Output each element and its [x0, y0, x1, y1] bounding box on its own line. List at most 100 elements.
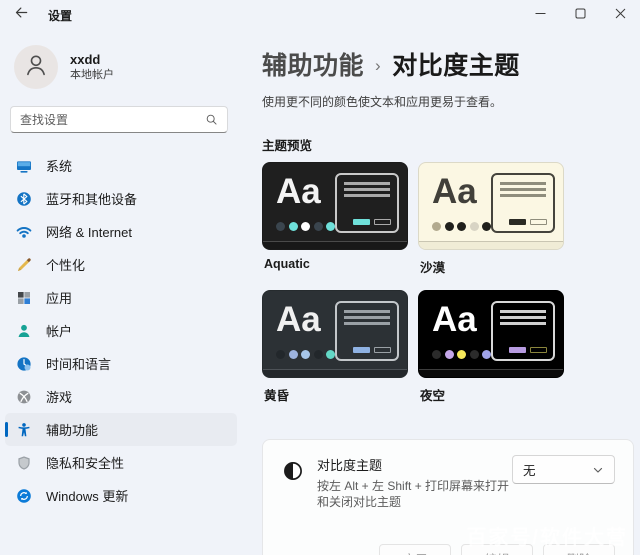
theme-color-dot	[470, 350, 479, 359]
theme-taskbar-strip	[263, 369, 407, 377]
maximize-button[interactable]	[560, 0, 600, 30]
theme-card-desert[interactable]: Aa	[418, 162, 564, 250]
contrast-panel-texts: 对比度主题 按左 Alt + 左 Shift + 打印屏幕来打开和关闭对比主题	[317, 455, 512, 510]
minimize-button[interactable]	[520, 0, 560, 30]
theme-color-dot	[326, 350, 335, 359]
theme-taskbar-strip	[419, 241, 563, 249]
sidebar-item-label: 游戏	[46, 387, 72, 406]
breadcrumb-parent[interactable]: 辅助功能	[262, 46, 364, 82]
theme-color-dot	[457, 222, 466, 231]
theme-card-cell: Aa 夜空	[418, 290, 564, 418]
search-box[interactable]	[10, 106, 228, 133]
breadcrumb-separator-icon: ›	[375, 53, 381, 76]
theme-color-dots	[276, 350, 335, 359]
theme-window-mockup	[335, 301, 399, 361]
user-icon	[21, 50, 51, 85]
sidebar-item-network-internet[interactable]: 网络 & Internet	[5, 215, 237, 248]
sidebar-item-label: 蓝牙和其他设备	[46, 189, 137, 208]
theme-color-dot	[301, 350, 310, 359]
theme-color-dot	[432, 350, 441, 359]
theme-sample-text: Aa	[432, 171, 477, 213]
windows-update-icon	[16, 488, 32, 504]
theme-cards-grid: Aa Aquatic Aa	[262, 162, 640, 418]
theme-preview-label: 主题预览	[262, 135, 640, 154]
page-title: 对比度主题	[392, 46, 520, 82]
main-content: 辅助功能 › 对比度主题 使用更不同的颜色使文本和应用更易于查看。 主题预览 A…	[242, 30, 640, 555]
sidebar-item-bluetooth-devices[interactable]: 蓝牙和其他设备	[5, 182, 237, 215]
apps-icon	[16, 290, 32, 306]
search-input[interactable]	[20, 113, 205, 127]
sidebar: xxdd 本地帐户 系统 蓝牙和其他设备 网络 & Internet 个性化 应…	[0, 30, 242, 555]
theme-card-night-sky[interactable]: Aa	[418, 290, 564, 378]
sidebar-item-personalization[interactable]: 个性化	[5, 248, 237, 281]
theme-color-dots	[432, 222, 491, 231]
theme-color-dot	[276, 350, 285, 359]
theme-taskbar-strip	[263, 241, 407, 249]
minimize-icon	[535, 6, 546, 24]
theme-color-dot	[289, 350, 298, 359]
sidebar-item-apps[interactable]: 应用	[5, 281, 237, 314]
theme-color-dot	[289, 222, 298, 231]
mock-text-lines	[500, 310, 546, 328]
back-button[interactable]	[6, 3, 36, 27]
contrast-theme-dropdown[interactable]: 无	[512, 455, 615, 484]
sidebar-item-windows-update[interactable]: Windows 更新	[5, 479, 237, 512]
dropdown-selected-value: 无	[523, 460, 536, 479]
theme-card-cell: Aa 沙漠	[418, 162, 564, 290]
theme-taskbar-strip	[419, 369, 563, 377]
network-icon	[16, 224, 32, 240]
sidebar-item-label: 时间和语言	[46, 354, 111, 373]
contrast-panel-title: 对比度主题	[317, 455, 512, 474]
accessibility-icon	[16, 422, 32, 438]
sidebar-item-privacy-security[interactable]: 隐私和安全性	[5, 446, 237, 479]
delete-button[interactable]: 删除	[543, 544, 615, 555]
theme-card-label: 黄昏	[264, 385, 408, 404]
account-card[interactable]: xxdd 本地帐户	[0, 42, 242, 92]
sidebar-item-system[interactable]: 系统	[5, 149, 237, 182]
maximize-icon	[575, 6, 586, 24]
gaming-icon	[16, 389, 32, 405]
theme-color-dot	[445, 222, 454, 231]
contrast-panel-buttons: 应用编辑删除	[281, 544, 615, 555]
mock-text-lines	[344, 182, 390, 200]
theme-card-dusk[interactable]: Aa	[262, 290, 408, 378]
back-arrow-icon	[14, 5, 29, 25]
apply-button[interactable]: 应用	[379, 544, 451, 555]
close-icon	[615, 6, 626, 24]
theme-color-dots	[432, 350, 491, 359]
app-title: 设置	[48, 7, 72, 24]
theme-card-label: 沙漠	[420, 257, 564, 276]
mock-text-lines	[344, 310, 390, 328]
page-subtitle: 使用更不同的颜色使文本和应用更易于查看。	[262, 93, 640, 110]
theme-card-label: Aquatic	[264, 257, 408, 271]
system-icon	[16, 158, 32, 174]
theme-window-mockup	[335, 173, 399, 233]
close-button[interactable]	[600, 0, 640, 30]
accounts-icon	[16, 323, 32, 339]
sidebar-item-label: 应用	[46, 288, 72, 307]
mock-buttons	[353, 219, 391, 225]
search-icon	[205, 113, 218, 126]
theme-color-dot	[314, 350, 323, 359]
sidebar-item-accounts[interactable]: 帐户	[5, 314, 237, 347]
window-controls	[520, 0, 640, 30]
mock-buttons	[509, 347, 547, 353]
sidebar-item-accessibility[interactable]: 辅助功能	[5, 413, 237, 446]
account-info: xxdd 本地帐户	[70, 51, 114, 83]
contrast-icon	[283, 461, 303, 481]
theme-color-dot	[314, 222, 323, 231]
theme-color-dot	[482, 222, 491, 231]
sidebar-item-time-language[interactable]: 时间和语言	[5, 347, 237, 380]
edit-button[interactable]: 编辑	[461, 544, 533, 555]
sidebar-item-label: Windows 更新	[46, 486, 128, 505]
sidebar-item-gaming[interactable]: 游戏	[5, 380, 237, 413]
sidebar-item-label: 网络 & Internet	[46, 222, 132, 241]
theme-color-dot	[470, 222, 479, 231]
theme-color-dots	[276, 222, 335, 231]
theme-color-dot	[457, 350, 466, 359]
theme-card-cell: Aa Aquatic	[262, 162, 408, 290]
theme-card-aquatic[interactable]: Aa	[262, 162, 408, 250]
sidebar-item-label: 辅助功能	[46, 420, 98, 439]
mock-buttons	[353, 347, 391, 353]
titlebar: 设置	[0, 0, 640, 30]
